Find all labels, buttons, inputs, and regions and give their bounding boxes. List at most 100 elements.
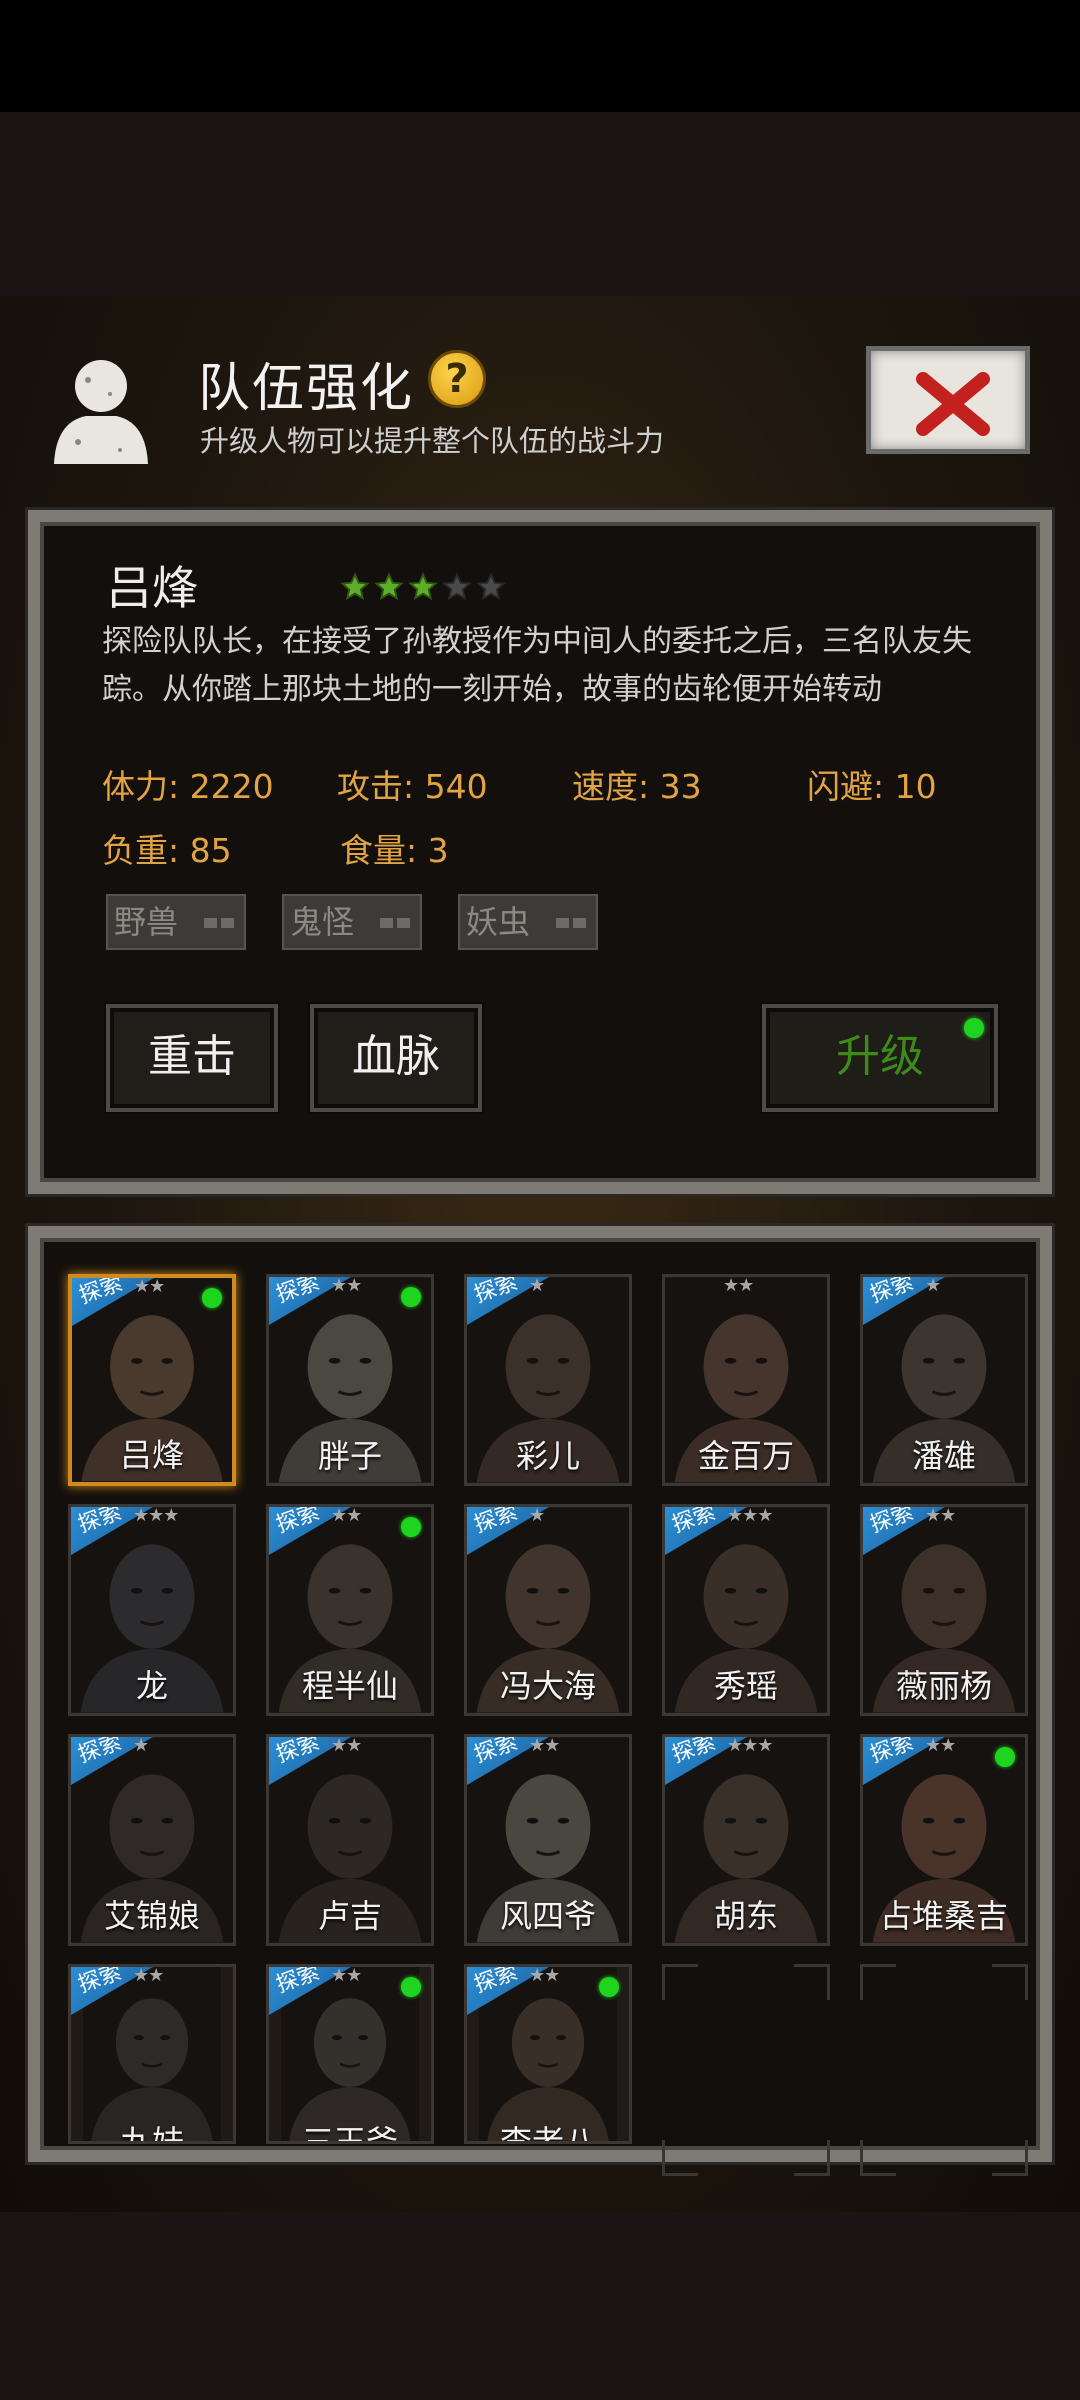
card-name: 冯大海 xyxy=(499,1667,596,1705)
tag-ghost[interactable]: 鬼怪 xyxy=(282,894,422,950)
roster-card[interactable]: 探索 ★★★ 龙 xyxy=(68,1504,236,1716)
card-stars: ★ xyxy=(925,1275,941,1296)
card-name: 潘雄 xyxy=(911,1437,976,1475)
card-name: 彩儿 xyxy=(515,1437,580,1475)
slot-corner xyxy=(794,1964,830,2000)
heavy-strike-button[interactable]: 重击 xyxy=(106,1004,278,1112)
card-name: 金百万 xyxy=(697,1437,794,1475)
card-name: 吕烽 xyxy=(119,1436,184,1474)
star-filled-icon xyxy=(408,572,438,601)
card-name: 占堆桑吉 xyxy=(879,1897,1008,1935)
roster-panel: 探索 ★★ 吕烽 探索 ★★ 胖子 探索 ★ 彩儿 ★★ 金百万 探索 ★ 潘雄 探索 ★★★ 龙探索 ★★ 程半仙… xyxy=(28,1226,1052,2176)
card-stars: ★★ xyxy=(925,1505,956,1526)
card-name: 秀瑶 xyxy=(713,1667,778,1705)
slot-corner xyxy=(992,1964,1028,2000)
star-empty-icon xyxy=(442,572,472,601)
character-info-panel: 吕烽 探险队队长，在接受了孙教授作为中间人的委托之后，三名队友失踪。从你踏上那块… xyxy=(28,510,1052,1194)
slot-corner xyxy=(860,2140,896,2176)
card-name: 薇丽杨 xyxy=(895,1667,992,1705)
roster-card[interactable]: 探索 ★★ 占堆桑吉 xyxy=(860,1734,1028,1946)
upgradeable-dot xyxy=(401,1517,421,1537)
team-avatar-icon xyxy=(54,360,148,464)
backdrop-top xyxy=(0,112,1080,296)
team-upgrade-dialog: 队伍强化 ? 升级人物可以提升整个队伍的战斗力 吕烽 探险队队长，在接受了孙教授… xyxy=(0,296,1080,2212)
character-description: 探险队队长，在接受了孙教授作为中间人的委托之后，三名队友失踪。从你踏上那块土地的… xyxy=(102,624,972,707)
tag-insect[interactable]: 妖虫 xyxy=(458,894,598,950)
card-name: 卢吉 xyxy=(317,1897,382,1935)
card-stars: ★★★ xyxy=(133,1505,179,1526)
roster-card[interactable]: 探索 ★ 彩儿 xyxy=(464,1274,632,1486)
card-stars: ★★★ xyxy=(727,1505,773,1526)
upgradeable-dot xyxy=(401,1977,421,1997)
upgradeable-dot xyxy=(995,1747,1015,1767)
slot-corner xyxy=(662,2140,698,2176)
bloodline-button[interactable]: 血脉 xyxy=(310,1004,482,1112)
roster-card[interactable]: 探索 ★ 艾锦娘 xyxy=(68,1734,236,1946)
tag-label: 野兽 xyxy=(114,903,179,941)
card-name: 胖子 xyxy=(317,1437,382,1475)
card-name: 龙 xyxy=(135,1667,168,1705)
tag-level-marker xyxy=(380,918,410,928)
card-name: 李老八 xyxy=(499,2123,596,2144)
stat-dodge: 闪避: 10 xyxy=(807,767,937,806)
stat-load: 负重: 85 xyxy=(102,831,232,870)
roster-empty-slot xyxy=(860,1964,1028,2176)
slot-corner xyxy=(860,1964,896,2000)
character-name: 吕烽 xyxy=(106,561,198,615)
upgrade-button[interactable]: 升级 xyxy=(762,1004,998,1112)
stat-stamina: 体力: 2220 xyxy=(102,767,274,806)
page-subtitle: 升级人物可以提升整个队伍的战斗力 xyxy=(200,424,665,458)
slot-corner xyxy=(992,2140,1028,2176)
card-stars: ★★ xyxy=(331,1505,362,1526)
roster-card[interactable]: 探索 ★★ 九妹 xyxy=(68,1964,236,2144)
card-stars: ★★★ xyxy=(727,1735,773,1756)
upgradeable-dot xyxy=(202,1288,222,1308)
close-icon xyxy=(916,372,990,436)
upgradeable-dot xyxy=(599,1977,619,1997)
roster-card[interactable]: 探索 ★ 潘雄 xyxy=(860,1274,1028,1486)
card-stars: ★ xyxy=(133,1735,149,1756)
help-icon[interactable]: ? xyxy=(428,350,486,408)
roster-card[interactable]: 探索 ★ 冯大海 xyxy=(464,1504,632,1716)
stats-block: 体力: 2220 攻击: 540 速度: 33 闪避: 10 负重: 85 食量… xyxy=(102,752,1042,880)
stat-attack: 攻击: 540 xyxy=(337,767,488,806)
card-name: 九妹 xyxy=(119,2123,184,2144)
status-bar xyxy=(0,0,1080,112)
character-stars xyxy=(340,572,506,602)
upgradeable-dot xyxy=(401,1287,421,1307)
tag-beast[interactable]: 野兽 xyxy=(106,894,246,950)
star-filled-icon xyxy=(340,572,370,601)
card-stars: ★ xyxy=(529,1275,545,1296)
card-stars: ★★ xyxy=(331,1735,362,1756)
tag-level-marker xyxy=(556,918,586,928)
card-stars: ★ xyxy=(529,1505,545,1526)
star-empty-icon xyxy=(476,572,506,601)
roster-empty-slot xyxy=(662,1964,830,2176)
roster-card[interactable]: 探索 ★★ 李老八 xyxy=(464,1964,632,2144)
stat-food: 食量: 3 xyxy=(340,831,449,870)
close-button[interactable] xyxy=(866,346,1030,454)
roster-card[interactable]: ★★ 金百万 xyxy=(662,1274,830,1486)
card-stars: ★★ xyxy=(331,1965,362,1986)
upgrade-available-dot xyxy=(964,1018,984,1038)
roster-card[interactable]: 探索 ★★ 卢吉 xyxy=(266,1734,434,1946)
card-stars: ★★ xyxy=(529,1965,560,1986)
roster-card[interactable]: 探索 ★★ 吕烽 xyxy=(68,1274,236,1486)
card-stars: ★★ xyxy=(134,1276,165,1297)
roster-card[interactable]: 探索 ★★ 三王爷 xyxy=(266,1964,434,2144)
roster-card[interactable]: 探索 ★★ 胖子 xyxy=(266,1274,434,1486)
trait-tags: 野兽 鬼怪 妖虫 xyxy=(106,894,598,950)
roster-card[interactable]: 探索 ★★★ 秀瑶 xyxy=(662,1504,830,1716)
roster-card[interactable]: 探索 ★★ 程半仙 xyxy=(266,1504,434,1716)
page-title: 队伍强化 xyxy=(198,359,415,419)
card-name: 胡东 xyxy=(713,1897,778,1935)
card-name: 风四爷 xyxy=(499,1897,596,1935)
roster-card[interactable]: 探索 ★★★ 胡东 xyxy=(662,1734,830,1946)
card-name: 程半仙 xyxy=(301,1667,398,1705)
card-stars: ★★ xyxy=(925,1735,956,1756)
roster-card[interactable]: 探索 ★★ 风四爷 xyxy=(464,1734,632,1946)
roster-card[interactable]: 探索 ★★ 薇丽杨 xyxy=(860,1504,1028,1716)
card-stars: ★★ xyxy=(723,1275,754,1296)
star-filled-icon xyxy=(374,572,404,601)
slot-corner xyxy=(662,1964,698,2000)
